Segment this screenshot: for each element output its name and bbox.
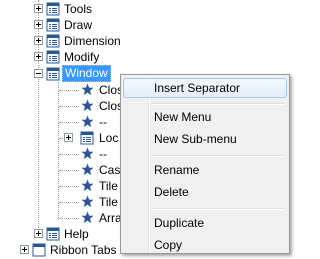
tree-item-label: Cas — [99, 163, 121, 177]
menu-separator — [151, 208, 285, 210]
menu-icon — [46, 50, 60, 64]
tree-item-label: -- — [99, 115, 107, 129]
tree-item-label: Arra — [99, 211, 122, 225]
menu-icon — [46, 2, 60, 16]
expand-icon[interactable] — [34, 229, 43, 238]
expand-icon[interactable] — [34, 4, 43, 13]
tree-item-label: Ribbon Tabs — [50, 243, 117, 257]
menu-icon — [46, 34, 60, 48]
expand-icon[interactable] — [20, 245, 29, 254]
tree-item-label: Help — [64, 227, 89, 241]
menu-item-label: New Menu — [154, 110, 212, 124]
menu-item-label: Copy — [154, 238, 183, 252]
expand-icon[interactable] — [34, 36, 43, 45]
tree-item-label: Tile — [99, 195, 118, 209]
menu-item-copy[interactable]: Copy — [123, 235, 287, 255]
star-icon — [81, 163, 94, 175]
menu-icon — [46, 67, 60, 81]
tree-item-label: Modify — [64, 50, 100, 64]
menu-separator — [151, 103, 285, 105]
menu-icon — [46, 18, 60, 32]
menu-icon — [80, 131, 94, 145]
tree-item-modify[interactable]: Modify — [0, 48, 307, 66]
menu-separator — [151, 155, 285, 157]
expand-icon[interactable] — [34, 52, 43, 61]
menu-item-insert-separator[interactable]: Insert Separator — [123, 78, 287, 98]
tree-item-label: Dimension — [64, 34, 121, 48]
menu-icon — [46, 227, 60, 241]
menu-item-rename[interactable]: Rename — [123, 160, 287, 180]
menu-item-delete[interactable]: Delete — [123, 182, 287, 202]
menu-item-label: Insert Separator — [154, 81, 241, 95]
tree-item-label-selected: Window — [62, 65, 111, 82]
expand-icon[interactable] — [34, 20, 43, 29]
star-icon — [81, 195, 94, 207]
context-menu: Insert Separator New Menu New Sub-menu R… — [120, 74, 290, 254]
star-icon — [81, 83, 94, 95]
tree-item-label: Draw — [64, 18, 93, 32]
tree-item-label: Tile — [99, 179, 118, 193]
star-icon — [81, 115, 94, 127]
star-icon — [81, 211, 94, 223]
star-icon — [81, 179, 94, 191]
collapse-icon[interactable] — [34, 69, 43, 78]
tree-item-label: Loc — [99, 131, 119, 145]
star-icon — [81, 147, 94, 159]
menu-item-label: Rename — [154, 163, 200, 177]
menu-item-new-menu[interactable]: New Menu — [123, 107, 287, 127]
tree-item-label: -- — [99, 147, 107, 161]
star-icon — [81, 99, 94, 111]
tree-item-label: Tools — [64, 2, 93, 16]
menu-item-new-sub-menu[interactable]: New Sub-menu — [123, 129, 287, 149]
menu-item-duplicate[interactable]: Duplicate — [123, 213, 287, 233]
menu-item-label: New Sub-menu — [154, 132, 237, 146]
expand-icon[interactable] — [64, 133, 73, 142]
menu-item-label: Duplicate — [154, 216, 205, 230]
menu-item-label: Delete — [154, 185, 189, 199]
ribbon-icon — [32, 243, 46, 257]
